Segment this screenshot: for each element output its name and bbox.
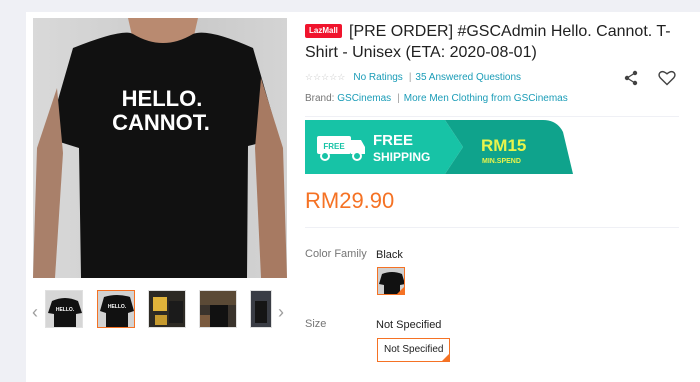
thumbnail-3[interactable] bbox=[148, 290, 186, 328]
separator: | bbox=[397, 93, 400, 104]
brand-label: Brand: bbox=[305, 93, 335, 104]
rating-row: ☆☆☆☆☆ No Ratings | 35 Answered Questions bbox=[305, 72, 521, 83]
min-spend-text: MIN.SPEND bbox=[482, 158, 521, 165]
svg-text:HELLO.: HELLO. bbox=[108, 304, 127, 310]
size-label: Size bbox=[305, 318, 327, 330]
more-clothing-link[interactable]: More Men Clothing from GSCinemas bbox=[404, 93, 568, 104]
divider bbox=[305, 116, 679, 117]
svg-text:HELLO.: HELLO. bbox=[56, 307, 75, 313]
thumbnail-1[interactable]: HELLO. bbox=[45, 290, 83, 328]
questions-link[interactable]: 35 Answered Questions bbox=[415, 72, 521, 83]
separator: | bbox=[408, 72, 412, 83]
product-title: [PRE ORDER] #GSCAdmin Hello. Cannot. T-S… bbox=[305, 23, 671, 61]
product-card: HELLO. CANNOT. ‹ HELLO. HELLO. › LazMall… bbox=[26, 12, 700, 382]
shirt-print-line1: HELLO. bbox=[122, 86, 203, 111]
svg-text:FREE: FREE bbox=[323, 142, 345, 151]
divider bbox=[305, 227, 679, 228]
size-option-not-specified[interactable]: Not Specified bbox=[377, 338, 451, 362]
free-text: FREE bbox=[373, 132, 413, 149]
ratings-link[interactable]: No Ratings bbox=[353, 72, 402, 83]
free-shipping-banner[interactable]: FREE FREE SHIPPING RM15 MIN.SPEND bbox=[305, 120, 573, 174]
thumbnail-5[interactable] bbox=[250, 290, 272, 328]
selected-indicator bbox=[397, 287, 404, 294]
selected-indicator bbox=[442, 354, 450, 361]
rating-stars: ☆☆☆☆☆ bbox=[305, 72, 346, 82]
main-product-image[interactable]: HELLO. CANNOT. bbox=[33, 18, 287, 278]
product-price: RM29.90 bbox=[305, 188, 395, 213]
promo-amount: RM15 bbox=[481, 136, 526, 155]
size-value: Not Specified bbox=[376, 319, 442, 331]
shipping-text: SHIPPING bbox=[373, 150, 430, 164]
chevron-left-icon[interactable]: ‹ bbox=[28, 302, 42, 322]
heart-icon[interactable] bbox=[658, 70, 676, 86]
tshirt-photo: HELLO. CANNOT. bbox=[33, 18, 287, 278]
brand-row: Brand: GSCinemas | More Men Clothing fro… bbox=[305, 93, 568, 104]
color-family-label: Color Family bbox=[305, 248, 367, 260]
size-chip-label: Not Specified bbox=[384, 344, 444, 355]
brand-link[interactable]: GSCinemas bbox=[337, 93, 391, 104]
chevron-right-icon[interactable]: › bbox=[274, 302, 288, 322]
color-family-value: Black bbox=[376, 249, 403, 261]
thumbnail-2[interactable]: HELLO. bbox=[97, 290, 135, 328]
share-icon[interactable] bbox=[623, 70, 639, 86]
thumbnail-4[interactable] bbox=[199, 290, 237, 328]
color-swatch-black[interactable] bbox=[377, 267, 405, 295]
thumbnail-strip: ‹ HELLO. HELLO. › bbox=[26, 288, 288, 336]
shirt-print-line2: CANNOT. bbox=[112, 110, 210, 135]
